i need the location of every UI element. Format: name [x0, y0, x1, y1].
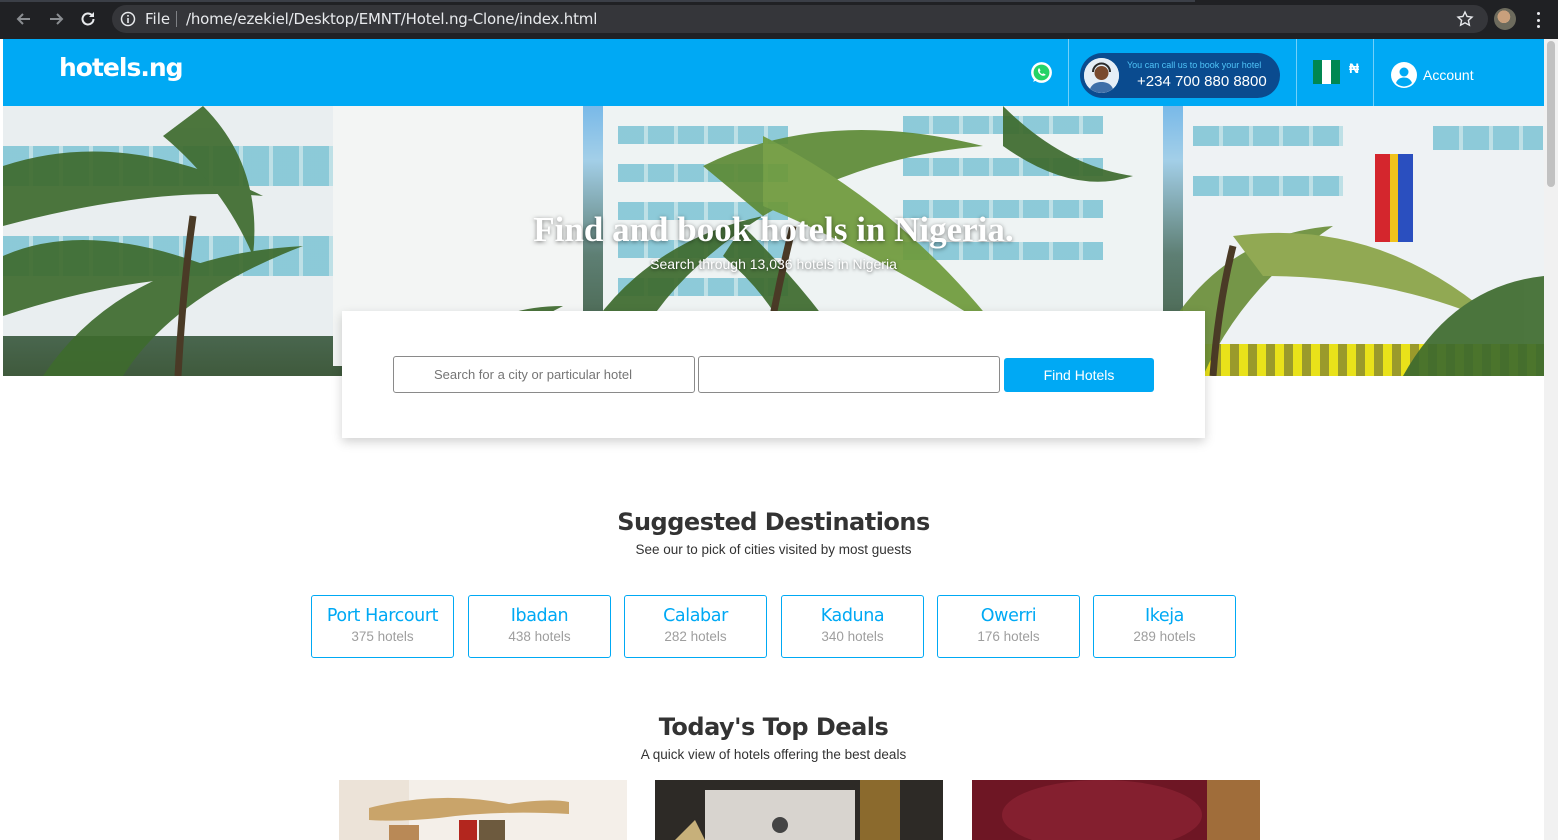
header-divider [1296, 39, 1297, 106]
account-label: Account [1423, 67, 1474, 83]
destination-card[interactable]: Ibadan 438 hotels [468, 595, 611, 658]
currency-selector[interactable]: ₦ [1349, 60, 1359, 76]
search-panel: Find Hotels [342, 311, 1205, 438]
browser-toolbar: File /home/ezekiel/Desktop/EMNT/Hotel.ng… [0, 0, 1558, 39]
hero-subtitle: Search through 13,036 hotels in Nigeria [650, 256, 897, 272]
arrow-right-icon [50, 13, 64, 25]
scrollbar-thumb[interactable] [1547, 41, 1555, 187]
whatsapp-icon[interactable] [1029, 60, 1054, 85]
destination-count: 340 hotels [821, 629, 884, 644]
bookmark-star-icon[interactable] [1456, 10, 1474, 28]
site-logo[interactable]: hotels.ng [59, 53, 184, 82]
tab-strip-line [0, 0, 1195, 2]
destinations-subtitle: See our to pick of cities visited by mos… [635, 542, 912, 557]
info-icon[interactable] [120, 11, 136, 27]
destination-count: 375 hotels [351, 629, 414, 644]
deals-subtitle: A quick view of hotels offering the best… [640, 747, 907, 762]
nigeria-flag-icon[interactable] [1313, 60, 1340, 84]
user-icon [1391, 62, 1417, 88]
call-hint-text: You can call us to book your hotel [1127, 60, 1262, 70]
date-range-input[interactable] [698, 356, 1000, 393]
destination-city: Ibadan [510, 606, 569, 626]
destination-city: Port Harcourt [326, 606, 439, 626]
browser-menu-button[interactable] [1530, 10, 1546, 30]
site-header: hotels.ng You can call us to book your h… [3, 39, 1544, 106]
destination-card[interactable]: Kaduna 340 hotels [781, 595, 924, 658]
deal-card-image[interactable] [655, 780, 943, 840]
destination-count: 176 hotels [977, 629, 1040, 644]
support-agent-avatar [1084, 58, 1119, 93]
destination-city: Kaduna [820, 606, 885, 626]
destination-card[interactable]: Ikeja 289 hotels [1093, 595, 1236, 658]
reload-button[interactable] [78, 9, 98, 29]
phone-number[interactable]: +234 700 880 8800 [1137, 73, 1267, 90]
account-button[interactable]: Account [1391, 62, 1474, 88]
destination-card[interactable]: Port Harcourt 375 hotels [311, 595, 454, 658]
find-hotels-button[interactable]: Find Hotels [1004, 358, 1154, 392]
omnibox-divider [176, 11, 177, 27]
destination-search-input[interactable] [393, 356, 695, 393]
deal-card-image[interactable] [339, 780, 627, 840]
url-text[interactable]: /home/ezekiel/Desktop/EMNT/Hotel.ng-Clon… [186, 10, 597, 28]
destination-count: 282 hotels [664, 629, 727, 644]
file-label: File [145, 10, 171, 28]
back-button[interactable] [14, 9, 34, 29]
deals-title: Today's Top Deals [658, 713, 889, 741]
destination-card[interactable]: Calabar 282 hotels [624, 595, 767, 658]
deal-card-image[interactable] [972, 780, 1260, 840]
destination-count: 289 hotels [1133, 629, 1196, 644]
destinations-title: Suggested Destinations [617, 508, 930, 536]
call-to-book-box[interactable]: You can call us to book your hotel +234 … [1080, 53, 1280, 98]
address-bar[interactable]: File /home/ezekiel/Desktop/EMNT/Hotel.ng… [112, 5, 1488, 33]
destination-city: Owerri [980, 606, 1037, 626]
destination-card[interactable]: Owerri 176 hotels [937, 595, 1080, 658]
destination-count: 438 hotels [508, 629, 571, 644]
hero-title: Find and book hotels in Nigeria. [533, 210, 1014, 249]
page-scrollbar[interactable] [1544, 39, 1558, 840]
header-divider [1068, 39, 1069, 106]
profile-avatar[interactable] [1494, 8, 1516, 30]
header-divider [1373, 39, 1374, 106]
reload-icon [81, 12, 95, 26]
destination-city: Ikeja [1144, 606, 1185, 626]
destination-city: Calabar [663, 606, 728, 626]
arrow-left-icon [16, 13, 30, 25]
forward-button[interactable] [46, 9, 66, 29]
